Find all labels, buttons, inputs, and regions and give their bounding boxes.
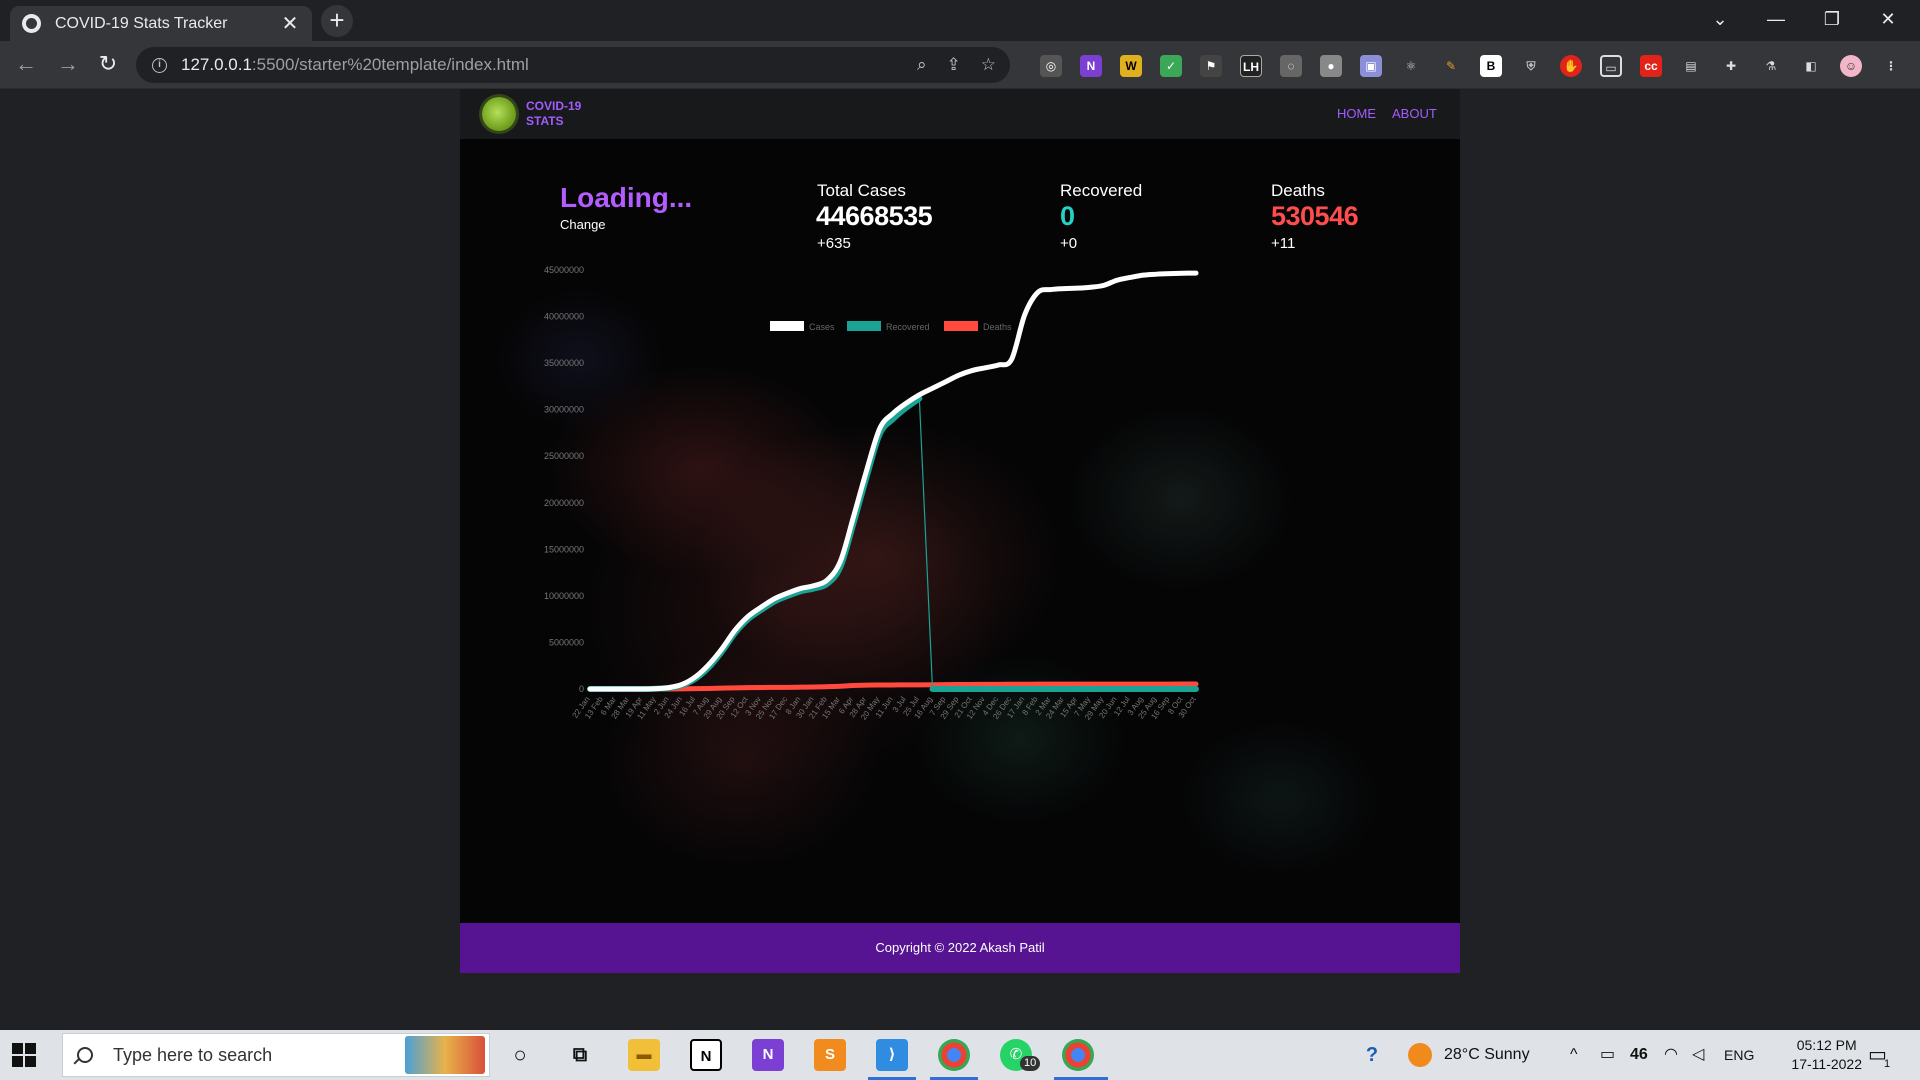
extension-cc-icon[interactable]: cc [1640, 55, 1662, 77]
browser-tab-strip: COVID-19 Stats Tracker ✕ + ⌄ — ❐ ✕ [0, 0, 1920, 41]
cases-series-line [587, 270, 1199, 692]
battery-icon[interactable]: ▭ [1600, 1030, 1615, 1080]
recovered-drop-line [918, 398, 934, 690]
taskbar-search-box[interactable]: Type here to search [62, 1033, 490, 1077]
covid-stats-site: COVID-19 STATS HOME ABOUT Loading... Cha… [460, 89, 1460, 973]
labs-flask-icon[interactable]: ⚗ [1760, 55, 1782, 77]
profile-avatar[interactable]: ☺ [1840, 55, 1862, 77]
sublime-text-icon[interactable]: S [814, 1039, 846, 1071]
legend-swatch-recovered [847, 321, 881, 331]
search-icon [77, 1047, 93, 1063]
side-panel-icon[interactable]: ◧ [1800, 55, 1822, 77]
extension-onenote-icon[interactable]: N [1080, 55, 1102, 77]
legend-swatch-deaths [944, 321, 978, 331]
task-view-icon[interactable]: ⧉ [564, 1039, 596, 1071]
tab-title: COVID-19 Stats Tracker [55, 14, 228, 32]
y-tick-label: 45000000 [544, 265, 584, 275]
y-tick-label: 35000000 [544, 358, 584, 368]
close-tab-icon[interactable]: ✕ [280, 11, 300, 36]
legend-swatch-cases [770, 321, 804, 331]
legend-label-recovered: Recovered [886, 322, 930, 332]
y-tick-label: 10000000 [544, 591, 584, 601]
recovered-series-line [587, 395, 923, 693]
extension-picker-icon[interactable]: ✎ [1440, 55, 1462, 77]
page-viewport: COVID-19 STATS HOME ABOUT Loading... Cha… [0, 89, 1920, 1030]
notifications-badge: 1 [1884, 1058, 1891, 1070]
clock-time: 05:12 PM [1796, 1037, 1857, 1053]
cortana-icon[interactable]: ○ [504, 1039, 536, 1071]
browser-menu-icon[interactable]: ⋮ [1880, 55, 1902, 77]
extension-bulb-icon[interactable]: ◌ [1280, 55, 1302, 77]
address-bar[interactable]: i 127.0.0.1 :5500/starter%20template/ind… [136, 47, 1010, 83]
extension-gift-icon[interactable]: ▤ [1680, 55, 1702, 77]
y-tick-label: 0 [579, 684, 584, 694]
y-tick-label: 30000000 [544, 405, 584, 415]
weather-text[interactable]: 28°C Sunny [1444, 1030, 1530, 1080]
globe-icon [22, 14, 41, 33]
legend-label-cases: Cases [809, 322, 835, 332]
extension-shield-icon[interactable]: ⛨ [1520, 55, 1542, 77]
y-tick-label: 20000000 [544, 498, 584, 508]
extension-cookie-icon[interactable]: ● [1320, 55, 1342, 77]
wifi-icon[interactable]: ◠ [1664, 1030, 1678, 1080]
extension-w-icon[interactable]: W [1120, 55, 1142, 77]
notion-icon[interactable]: N [690, 1039, 722, 1071]
browser-tab-active[interactable]: COVID-19 Stats Tracker ✕ [10, 6, 312, 41]
extensions-puzzle-icon[interactable]: ✚ [1720, 55, 1742, 77]
file-explorer-icon[interactable]: ▬ [628, 1039, 660, 1071]
new-tab-button[interactable]: + [321, 5, 353, 37]
reload-button[interactable]: ↻ [92, 49, 124, 81]
minimize-button[interactable]: — [1748, 0, 1804, 41]
volume-icon[interactable]: ◁ [1692, 1030, 1704, 1080]
tray-chevron-icon[interactable]: ^ [1570, 1030, 1578, 1080]
vscode-icon[interactable]: ⟩ [876, 1039, 908, 1071]
extension-lighthouse-icon[interactable]: LH [1240, 55, 1262, 77]
y-tick-label: 40000000 [544, 312, 584, 322]
covid-line-chart: 0 5000000 10000000 15000000 20000000 25000000… [544, 265, 1199, 722]
back-button[interactable]: ← [10, 49, 42, 81]
site-footer: Copyright © 2022 Akash Patil [460, 923, 1460, 973]
language-indicator[interactable]: ENG [1724, 1030, 1754, 1080]
extension-react-icon[interactable]: ⚛ [1400, 55, 1422, 77]
chrome-active-icon[interactable] [1062, 1039, 1094, 1071]
extension-hand-icon[interactable]: ✋ [1560, 55, 1582, 77]
battery-level: 46 [1630, 1046, 1648, 1063]
extension-glasses-icon[interactable]: ◎ [1040, 55, 1062, 77]
legend-label-deaths: Deaths [983, 322, 1012, 332]
whatsapp-badge: 10 [1020, 1056, 1041, 1071]
extension-window-icon[interactable]: ▭ [1600, 55, 1622, 77]
extension-b-icon[interactable]: B [1480, 55, 1502, 77]
browser-toolbar: ← → ↻ i 127.0.0.1 :5500/starter%20templa… [0, 41, 1920, 89]
site-info-icon[interactable]: i [152, 57, 167, 73]
url-path: :5500/starter%20template/index.html [251, 55, 529, 74]
forward-button[interactable]: → [52, 49, 84, 81]
close-window-button[interactable]: ✕ [1860, 0, 1916, 41]
windows-start-icon[interactable] [12, 1043, 36, 1067]
extension-check-icon[interactable]: ✓ [1160, 55, 1182, 77]
search-placeholder: Type here to search [113, 1044, 273, 1065]
clock-date: 17-11-2022 [1791, 1056, 1862, 1072]
windows-taskbar: Type here to search ○ ⧉ ▬ N N S ⟩ ✆ 10 ?… [0, 1030, 1920, 1080]
tab-search-icon[interactable]: ⌄ [1692, 0, 1748, 41]
search-highlight-image [405, 1036, 485, 1074]
notifications-icon[interactable]: ▭ [1868, 1030, 1887, 1080]
restore-button[interactable]: ❐ [1804, 0, 1860, 41]
onenote-icon[interactable]: N [752, 1039, 784, 1071]
extension-image-icon[interactable]: ▣ [1360, 55, 1382, 77]
y-tick-label: 15000000 [544, 544, 584, 554]
extension-flag-icon[interactable]: ⚑ [1200, 55, 1222, 77]
help-icon[interactable]: ? [1356, 1039, 1388, 1071]
chrome-profile-icon[interactable] [938, 1039, 970, 1071]
bookmark-star-icon[interactable]: ☆ [981, 55, 996, 75]
share-icon[interactable]: ⇪ [947, 55, 961, 75]
weather-sun-icon [1408, 1043, 1432, 1067]
y-tick-label: 25000000 [544, 451, 584, 461]
system-clock[interactable]: 05:12 PM 17-11-2022 [1791, 1036, 1862, 1074]
url-host: 127.0.0.1 [181, 55, 252, 74]
y-tick-label: 5000000 [549, 637, 584, 647]
zoom-icon[interactable]: ⌕ [917, 55, 927, 75]
